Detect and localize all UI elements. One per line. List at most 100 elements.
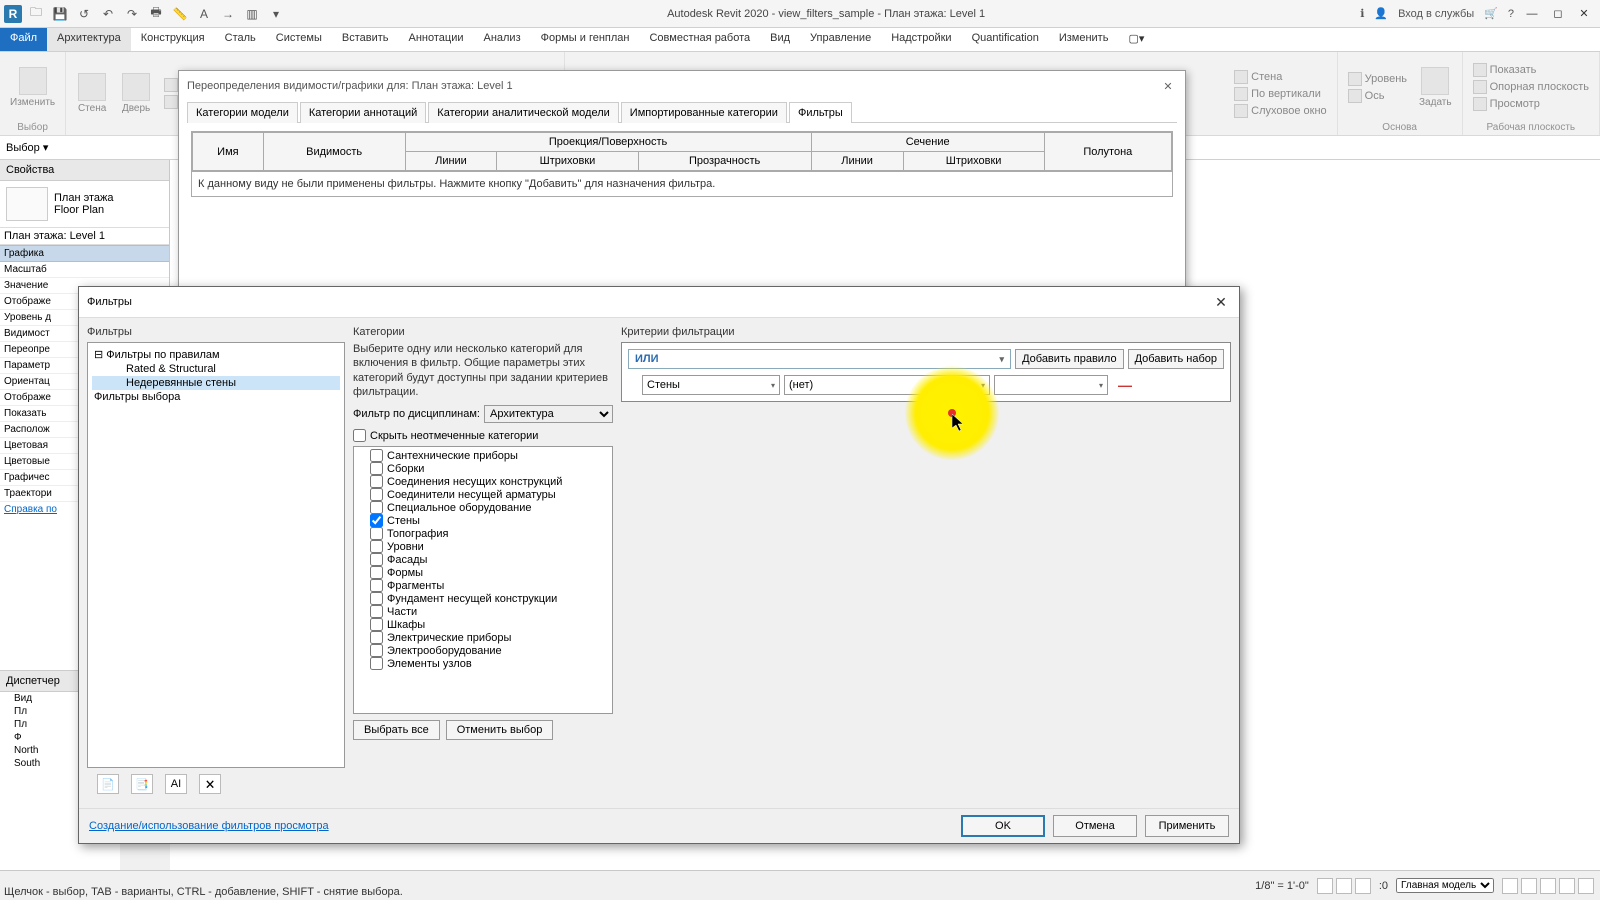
vert-small[interactable]: По вертикали (1230, 86, 1331, 102)
category-checkbox[interactable] (370, 566, 383, 579)
tab-quantification[interactable]: Quantification (962, 28, 1049, 51)
info-icon[interactable]: ℹ (1358, 5, 1366, 22)
category-item[interactable]: Электрические приборы (356, 631, 610, 644)
category-checkbox[interactable] (370, 605, 383, 618)
categories-list[interactable]: Сантехнические приборыСборкиСоединения н… (353, 446, 613, 714)
tree-selection-filters[interactable]: Фильтры выбора (92, 390, 340, 404)
category-item[interactable]: Электрооборудование (356, 644, 610, 657)
category-item[interactable]: Топография (356, 527, 610, 540)
category-item[interactable]: Фасады (356, 553, 610, 566)
maximize-button[interactable]: ◻ (1546, 4, 1570, 24)
category-item[interactable]: Шкафы (356, 618, 610, 631)
vg-tab-annotation[interactable]: Категории аннотаций (300, 102, 426, 123)
deselect-all-button[interactable]: Отменить выбор (446, 720, 554, 740)
rule-operator-dropdown[interactable]: (нет) (784, 375, 990, 395)
sb-icon-5[interactable] (1521, 878, 1537, 894)
door-button[interactable]: Дверь (116, 71, 156, 116)
add-rule-button[interactable]: Добавить правило (1015, 349, 1124, 369)
tab-massing[interactable]: Формы и генплан (531, 28, 640, 51)
sb-icon-3[interactable] (1355, 878, 1371, 894)
sb-icon-4[interactable] (1502, 878, 1518, 894)
tab-annotate[interactable]: Аннотации (399, 28, 474, 51)
tab-systems[interactable]: Системы (266, 28, 332, 51)
category-checkbox[interactable] (370, 644, 383, 657)
logic-dropdown[interactable]: ИЛИ (628, 349, 1011, 369)
tab-modify[interactable]: Изменить (1049, 28, 1119, 51)
select-all-button[interactable]: Выбрать все (353, 720, 440, 740)
filters-close-button[interactable]: ✕ (1211, 292, 1231, 312)
discipline-dropdown[interactable]: Архитектура (484, 405, 613, 423)
help-link[interactable]: Создание/использование фильтров просмотр… (89, 820, 329, 832)
sb-icon-1[interactable] (1317, 878, 1333, 894)
category-item[interactable]: Формы (356, 566, 610, 579)
tab-collaborate[interactable]: Совместная работа (639, 28, 760, 51)
wall-button[interactable]: Стена (72, 71, 112, 116)
rule-param-dropdown[interactable]: Стены (642, 375, 780, 395)
wall2-small[interactable]: Стена (1230, 69, 1331, 85)
category-checkbox[interactable] (370, 579, 383, 592)
tab-file[interactable]: Файл (0, 28, 47, 51)
qat-section-icon[interactable]: ▥ (242, 4, 262, 24)
duplicate-filter-icon[interactable]: 📑 (131, 774, 153, 794)
tab-analyze[interactable]: Анализ (473, 28, 530, 51)
category-item[interactable]: Специальное оборудование (356, 501, 610, 514)
cancel-button[interactable]: Отмена (1053, 815, 1137, 837)
sb-icon-6[interactable] (1540, 878, 1556, 894)
vg-tab-imported[interactable]: Импортированные категории (621, 102, 787, 123)
category-checkbox[interactable] (370, 618, 383, 631)
login-link[interactable]: Вход в службы (1396, 6, 1476, 22)
category-item[interactable]: Сборки (356, 462, 610, 475)
type-selector[interactable]: План этажа Floor Plan (0, 181, 169, 228)
vg-tab-filters[interactable]: Фильтры (789, 102, 852, 123)
category-item[interactable]: Стены (356, 514, 610, 527)
qat-redo-icon[interactable]: ↷ (122, 4, 142, 24)
close-button[interactable]: ✕ (1572, 4, 1596, 24)
qat-sync-icon[interactable]: ↺ (74, 4, 94, 24)
qat-print-icon[interactable]: 🖶 (146, 4, 166, 24)
workset-dropdown[interactable]: Главная модель (1396, 878, 1494, 893)
exchange-icon[interactable]: 🛒 (1482, 5, 1500, 22)
level-small[interactable]: Уровень (1344, 71, 1411, 87)
qat-open-icon[interactable]: 🗀 (26, 4, 46, 24)
help-icon[interactable]: ? (1506, 6, 1516, 22)
sb-icon-2[interactable] (1336, 878, 1352, 894)
category-item[interactable]: Соединения несущих конструкций (356, 475, 610, 488)
tab-extra-icon[interactable]: ▢▾ (1118, 28, 1154, 51)
category-checkbox[interactable] (370, 488, 383, 501)
category-checkbox[interactable] (370, 449, 383, 462)
qat-measure-icon[interactable]: 📏 (170, 4, 190, 24)
category-checkbox[interactable] (370, 462, 383, 475)
category-checkbox[interactable] (370, 631, 383, 644)
category-item[interactable]: Сантехнические приборы (356, 449, 610, 462)
tab-addins[interactable]: Надстройки (881, 28, 961, 51)
rule-value-dropdown[interactable] (994, 375, 1108, 395)
tab-structure[interactable]: Конструкция (131, 28, 215, 51)
tab-steel[interactable]: Сталь (215, 28, 266, 51)
category-item[interactable]: Соединители несущей арматуры (356, 488, 610, 501)
sb-icon-8[interactable] (1578, 878, 1594, 894)
show-small[interactable]: Показать (1469, 62, 1593, 78)
category-checkbox[interactable] (370, 514, 383, 527)
dormer-small[interactable]: Слуховое окно (1230, 103, 1331, 119)
tab-insert[interactable]: Вставить (332, 28, 399, 51)
filters-tree[interactable]: ⊟ Фильтры по правилам Rated & Structural… (87, 342, 345, 768)
axis-small[interactable]: Ось (1344, 88, 1411, 104)
user-icon[interactable]: 👤 (1372, 5, 1390, 22)
refplane-small[interactable]: Опорная плоскость (1469, 79, 1593, 95)
vg-tab-model[interactable]: Категории модели (187, 102, 298, 123)
qat-dropdown-icon[interactable]: ▾ (266, 4, 286, 24)
vg-close-button[interactable]: ✕ (1159, 77, 1177, 95)
hide-unchecked-checkbox[interactable] (353, 429, 366, 442)
tab-view[interactable]: Вид (760, 28, 800, 51)
set-button[interactable]: Задать (1415, 65, 1456, 110)
category-item[interactable]: Части (356, 605, 610, 618)
category-checkbox[interactable] (370, 657, 383, 670)
type-selector-dropdown[interactable]: Выбор ▾ (6, 141, 48, 154)
modify-button[interactable]: Изменить (6, 65, 59, 110)
category-checkbox[interactable] (370, 540, 383, 553)
qat-undo-icon[interactable]: ↶ (98, 4, 118, 24)
minimize-button[interactable]: — (1520, 4, 1544, 24)
rule-delete-icon[interactable]: — (1112, 377, 1138, 393)
qat-arrow-icon[interactable]: → (218, 4, 238, 24)
tree-item-nonwood[interactable]: Недеревянные стены (92, 376, 340, 390)
